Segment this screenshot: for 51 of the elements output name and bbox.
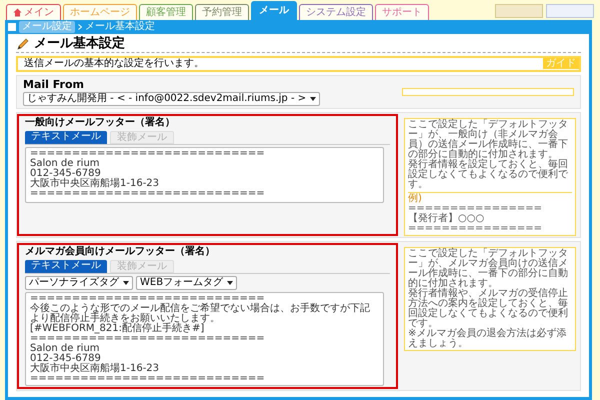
ad-banner[interactable] <box>495 4 543 18</box>
pencil-icon <box>16 36 30 50</box>
text-line: [#WEBFORM_821:配信停止手続き#] <box>30 324 204 334</box>
nav-tab[interactable]: 顧客管理 <box>139 4 193 20</box>
format-tab[interactable]: テキストメール <box>25 260 107 273</box>
example-text: 【発行者】○○○ <box>408 214 486 224</box>
footer-text-area[interactable] <box>25 292 384 386</box>
chevron-icon <box>78 24 82 30</box>
text-line: ============================ <box>30 294 265 304</box>
note-text: 発行者情報や、メルマガの受信停止方法への案内を設定しておくと、毎回設定しなくてもよくなるので便利です。 <box>408 289 569 329</box>
note-text: ※メルマガ会員の退会方法は必ず添えましょう。 <box>408 329 568 349</box>
breadcrumb-link[interactable]: メール設定 <box>19 21 75 33</box>
nav-tab[interactable]: システム設定 <box>299 4 373 20</box>
breadcrumb-current: メール基本設定 <box>85 21 155 33</box>
guide-badge: ガイド <box>543 58 579 69</box>
text-line: Salon de rium <box>30 344 100 354</box>
nav-tab[interactable]: 予約管理 <box>195 4 249 20</box>
text-line: 大阪市中央区南船場1-16-23 <box>30 364 160 374</box>
text-line: ============================ <box>30 149 266 159</box>
caret-icon <box>123 281 129 285</box>
example-text: 例) <box>408 194 423 204</box>
text-line: 今後このような形でのメール配信をご希望でない場合は、お手数ですが下記より配信停止手続きをお願いいたします。 <box>30 304 371 324</box>
text-line: 012-345-6789 <box>30 354 101 364</box>
nav-tab[interactable]: サポート <box>375 4 429 20</box>
note-text: ここで設定した「デフォルトフッター」が、メルマガ会員向けの送信メール作成時に、一番下の部分に自動的に付加されます。 <box>408 249 569 289</box>
guide-text: 送信メールの基本的な設定を行います。 <box>24 58 204 70</box>
section-heading: Mail From <box>23 78 85 91</box>
example-text: ================ <box>408 204 544 214</box>
tag-select[interactable]: WEBフォームタグ <box>136 276 238 290</box>
footer-text-area[interactable]: ============================ Salon de rium 012-345-6789 大阪市中央区南船場1-16-23 ============================ <box>25 147 384 203</box>
caret-icon <box>227 281 234 285</box>
text-line: ============================ <box>30 189 266 199</box>
nav-tab[interactable]: ホームページ <box>63 4 137 20</box>
text-line: ============================ <box>30 334 266 344</box>
section-heading: 一般向けメールフッター（署名） <box>25 117 176 129</box>
text-line: 大阪市中央区南船場1-16-23 <box>30 179 160 189</box>
text-line: ============================ <box>30 374 266 384</box>
example-text: ================ <box>408 224 544 234</box>
text-line: 012-345-6789 <box>30 169 101 179</box>
caret-icon <box>310 97 316 101</box>
ad-banner[interactable] <box>546 4 594 18</box>
section-heading: メルマガ会員向けメールフッター（署名） <box>25 246 216 258</box>
format-tab[interactable]: テキストメール <box>25 131 107 144</box>
tag-select[interactable]: パーソナライズタグ <box>25 276 133 290</box>
note-text: 発行者情報を設定しておくと、毎回設定しなくてもよくなるので便利です。 <box>408 160 569 190</box>
text-line: Salon de rium <box>30 159 100 169</box>
nav-tab[interactable]: メイン <box>6 4 61 20</box>
note-text: ここで設定した「デフォルトフッター」が、一般向け（非メルマガ会員）の送信メール作成時に、一番下の部分に自動的に付加されます。 <box>408 120 569 160</box>
nav-tab[interactable]: メール <box>251 1 297 20</box>
sender-select[interactable]: じゃすみん開発用 - < - info@0022.sdev2mail.riums.jp - > <box>23 92 320 106</box>
page-title: メール基本設定 <box>34 34 125 53</box>
